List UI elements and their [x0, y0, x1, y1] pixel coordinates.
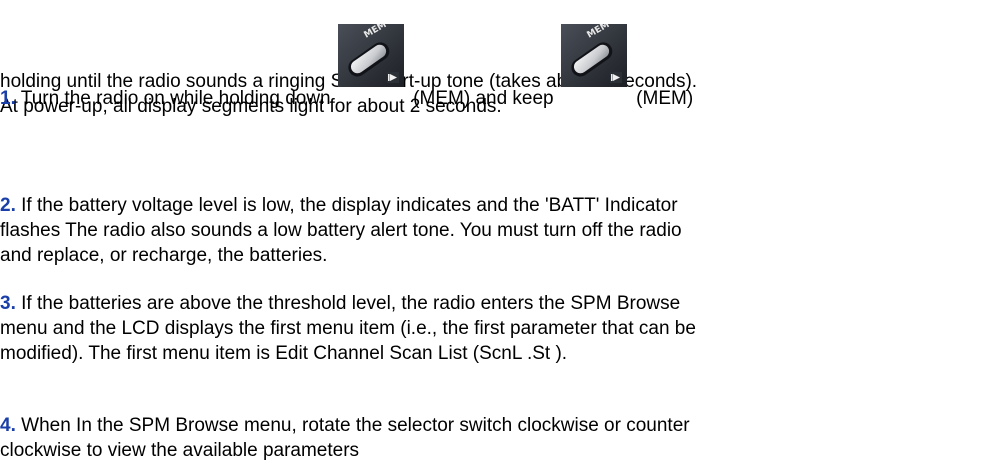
step-2: 2. If the battery voltage level is low, … — [0, 193, 682, 268]
step-1-text-a: Turn the radio on while holding down — [15, 88, 336, 109]
step-1-line-1: 1. Turn the radio on while holding down — [0, 24, 697, 109]
step-1-text-c: (MEM) — [630, 88, 694, 109]
step-2-number: 2. — [0, 195, 16, 216]
step-1-text-b: (MEM) and keep — [407, 88, 559, 109]
step-3-line-2: menu and the LCD displays the first menu… — [0, 318, 696, 339]
step-1-number: 1. — [0, 88, 16, 109]
step-2-line-3: and replace, or recharge, the batteries. — [0, 245, 328, 266]
step-2-text: If the battery voltage level is low, the… — [15, 195, 678, 216]
step-3: 3. If the batteries are above the thresh… — [0, 291, 696, 366]
step-4-line-1: 4. When In the SPM Browse menu, rotate t… — [0, 413, 690, 438]
step-1: 1. Turn the radio on while holding down — [0, 24, 697, 119]
mem-button-icon: MEM — [560, 24, 627, 87]
step-2-line-2: flashes The radio also sounds a low batt… — [0, 220, 682, 241]
step-3-line-1: 3. If the batteries are above the thresh… — [0, 291, 696, 316]
step-4-number: 4. — [0, 415, 16, 436]
step-4-line-2: clockwise to view the available paramete… — [0, 440, 360, 461]
step-4-text: When In the SPM Browse menu, rotate the … — [15, 415, 690, 436]
step-2-line-1: 2. If the battery voltage level is low, … — [0, 193, 682, 218]
step-3-line-3: modified). The first menu item is Edit C… — [0, 343, 568, 364]
step-3-number: 3. — [0, 293, 16, 314]
step-4: 4. When In the SPM Browse menu, rotate t… — [0, 413, 690, 463]
mem-button-icon: MEM — [337, 24, 404, 87]
step-3-text: If the batteries are above the threshold… — [15, 293, 681, 314]
